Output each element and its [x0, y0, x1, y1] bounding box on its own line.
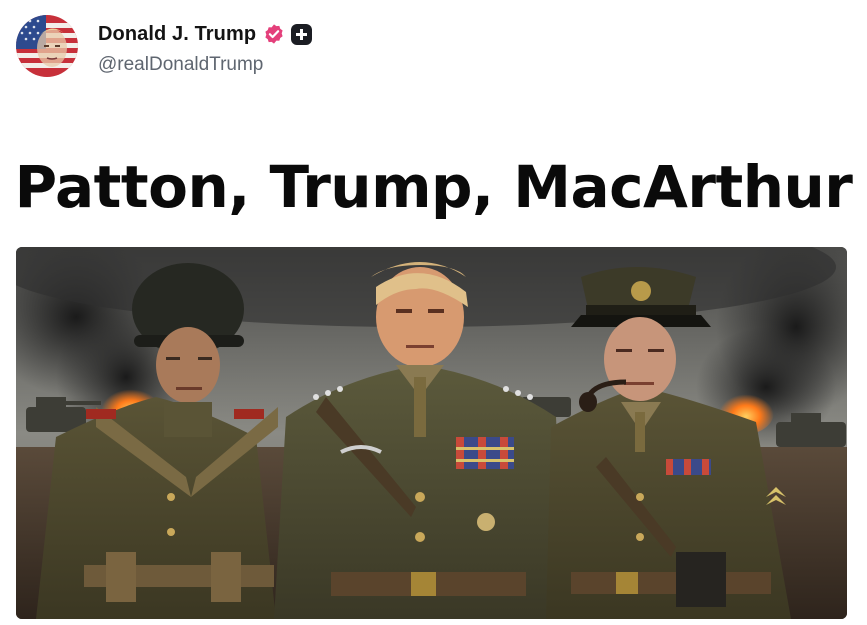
author-name-row: Donald J. Trump: [98, 21, 313, 47]
verified-badge-icon: [263, 23, 285, 45]
three-generals-battlefield-image: [16, 247, 847, 619]
post-image[interactable]: [16, 247, 847, 619]
avatar[interactable]: [16, 15, 78, 77]
post-headline: Patton, Trump, MacArthur: [14, 153, 853, 221]
avatar-flag-portrait-icon: [16, 15, 78, 77]
post-header: Donald J. Trump @realDonaldTrump: [16, 14, 851, 80]
author-handle[interactable]: @realDonaldTrump: [98, 54, 263, 76]
plus-badge-icon: [291, 23, 313, 45]
author-display-name[interactable]: Donald J. Trump: [98, 23, 256, 46]
